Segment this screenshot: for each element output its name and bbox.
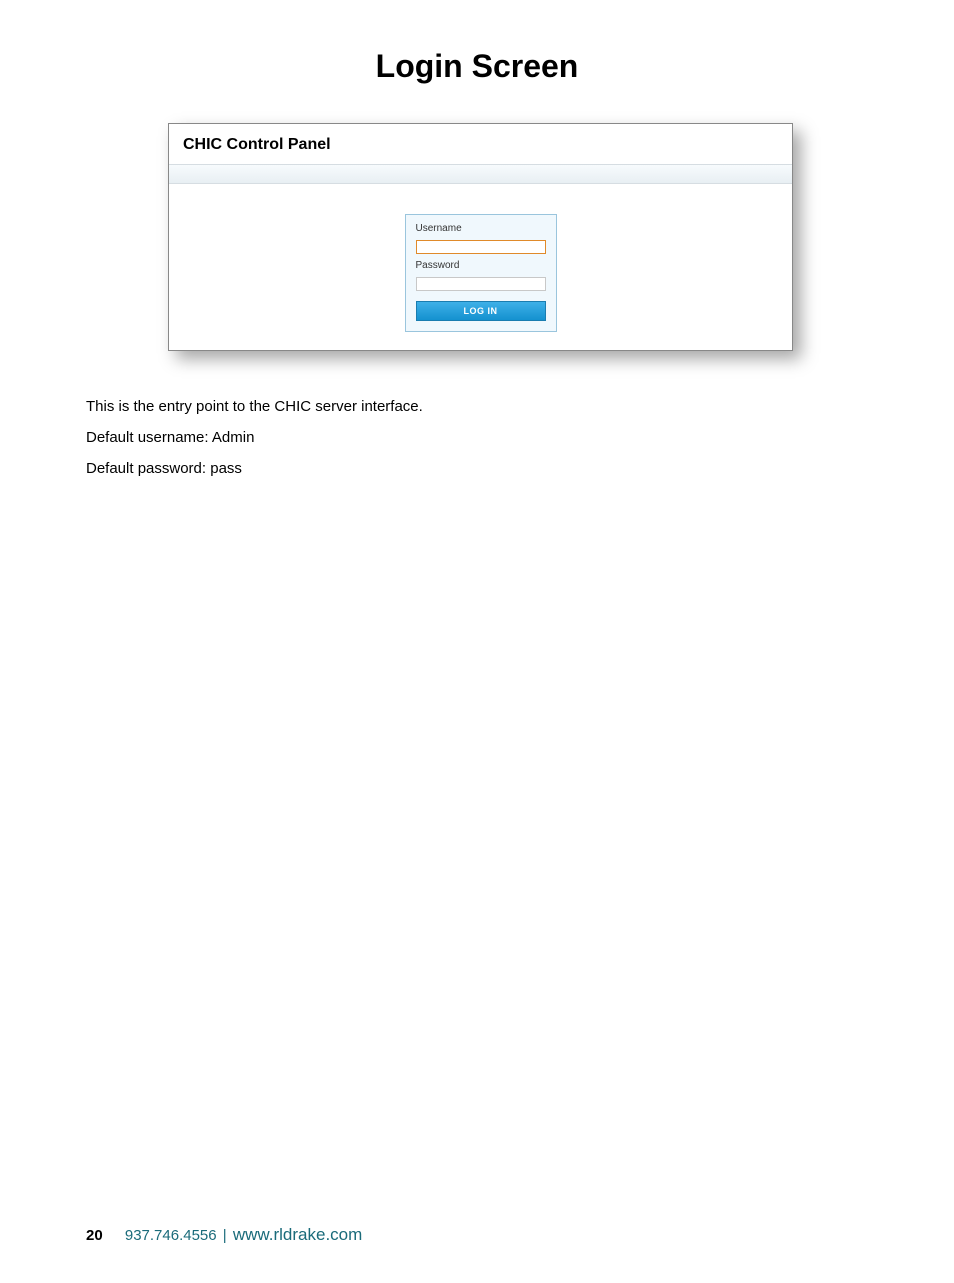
panel-title: CHIC Control Panel [169,124,792,164]
footer-phone: 937.746.4556 [125,1227,217,1244]
body-text: This is the entry point to the CHIC serv… [86,393,954,482]
page-number: 20 [86,1227,103,1244]
default-username-text: Default username: Admin [86,424,954,451]
footer-separator: | [223,1227,227,1244]
login-button[interactable]: LOG IN [416,301,546,321]
panel-toolbar [169,164,792,184]
page-title: Login Screen [0,48,954,85]
username-label: Username [416,223,546,234]
password-label: Password [416,260,546,271]
username-group: Username [416,223,546,254]
login-area: Username Password LOG IN [169,184,792,350]
login-screenshot: CHIC Control Panel Username Password LOG… [168,123,793,351]
default-password-text: Default password: pass [86,455,954,482]
intro-text: This is the entry point to the CHIC serv… [86,393,954,420]
password-group: Password [416,260,546,291]
page-footer: 20 937.746.4556 | www.rldrake.com [86,1225,362,1245]
password-input[interactable] [416,277,546,291]
username-input[interactable] [416,240,546,254]
login-form: Username Password LOG IN [405,214,557,332]
